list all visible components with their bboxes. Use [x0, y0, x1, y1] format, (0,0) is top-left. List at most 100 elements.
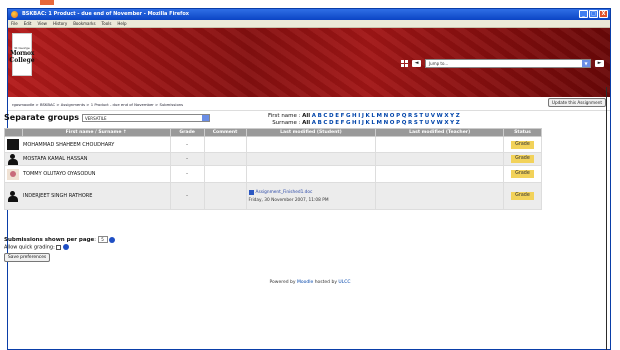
college-logo[interactable]: St George Mornox College — [9, 33, 35, 76]
filter-letter-i[interactable]: I — [358, 120, 360, 127]
filter-letter-x[interactable]: X — [444, 120, 448, 127]
next-arrow-button[interactable]: ► — [595, 60, 604, 67]
filter-letter-b[interactable]: B — [318, 113, 322, 120]
filter-letter-a[interactable]: A — [312, 113, 316, 120]
filter-letter-h[interactable]: H — [352, 120, 357, 127]
filter-letter-l[interactable]: L — [371, 120, 375, 127]
update-assignment-button[interactable]: Update this Assignment — [547, 98, 606, 107]
filter-letter-y[interactable]: Y — [450, 113, 454, 120]
filter-letter-n[interactable]: N — [384, 113, 389, 120]
avatar[interactable] — [7, 153, 19, 165]
filter-letter-f[interactable]: F — [341, 113, 345, 120]
per-page-input[interactable]: 5 — [97, 236, 108, 243]
filter-all-surname[interactable]: All — [302, 120, 310, 127]
filter-letter-p[interactable]: P — [396, 120, 400, 127]
filter-letter-c[interactable]: C — [323, 113, 327, 120]
filter-letter-e[interactable]: E — [335, 113, 339, 120]
header-grade[interactable]: Grade — [169, 128, 205, 137]
filter-letter-z[interactable]: Z — [456, 113, 460, 120]
filter-letter-i[interactable]: I — [358, 113, 360, 120]
filter-letter-q[interactable]: Q — [402, 113, 407, 120]
filter-letter-t[interactable]: T — [419, 120, 423, 127]
maximize-button[interactable]: □ — [589, 10, 598, 18]
filter-letter-g[interactable]: G — [346, 120, 351, 127]
filter-letter-p[interactable]: P — [396, 113, 400, 120]
header-name[interactable]: First name / Surname ↑ — [21, 128, 171, 137]
header-status[interactable]: Status — [502, 128, 543, 137]
filter-letter-s[interactable]: S — [414, 120, 418, 127]
filter-letter-s[interactable]: S — [414, 113, 418, 120]
filter-letter-r[interactable]: R — [408, 113, 412, 120]
avatar[interactable] — [7, 190, 19, 202]
menu-file[interactable]: File — [11, 20, 18, 27]
group-select[interactable]: VERSATILE — [82, 113, 211, 122]
menu-bookmarks[interactable]: Bookmarks — [73, 20, 95, 27]
teacher-modified-cell — [375, 152, 504, 166]
filter-letter-y[interactable]: Y — [450, 120, 454, 127]
filter-letter-h[interactable]: H — [352, 113, 357, 120]
grade-button[interactable]: Grade — [511, 192, 534, 200]
grade-button[interactable]: Grade — [511, 140, 534, 149]
header-comment[interactable]: Comment — [203, 128, 247, 137]
avatar[interactable] — [7, 168, 19, 180]
grade-button[interactable]: Grade — [511, 170, 534, 178]
filter-letter-n[interactable]: N — [384, 120, 389, 127]
menu-tools[interactable]: Tools — [102, 20, 112, 27]
header-last-modified-teacher[interactable]: Last modified (Teacher) — [375, 128, 504, 137]
grade-button[interactable]: Grade — [511, 155, 534, 163]
breadcrumb[interactable]: rgosmoodle > BSKBAC > Assignments > 1 Pr… — [12, 102, 183, 107]
filter-letter-k[interactable]: K — [366, 120, 370, 127]
filter-letter-x[interactable]: X — [444, 113, 448, 120]
quick-grading-checkbox[interactable] — [56, 244, 62, 250]
filter-letter-l[interactable]: L — [371, 113, 375, 120]
filter-letter-q[interactable]: Q — [402, 120, 407, 127]
previous-arrow-button[interactable]: ◄ — [412, 60, 421, 67]
student-name[interactable]: TOMMY OLUTAYO OYASODUN — [23, 171, 96, 177]
filter-letter-o[interactable]: O — [390, 113, 395, 120]
submitted-file-name[interactable]: Assignment_Finished1.doc — [256, 190, 313, 195]
filter-letter-c[interactable]: C — [323, 120, 327, 127]
grid-menu-icon[interactable] — [401, 60, 408, 67]
filter-letter-v[interactable]: V — [431, 113, 435, 120]
host-link[interactable]: ULCC — [338, 280, 350, 285]
jump-to-select[interactable]: Jump to... ▼ — [425, 59, 591, 68]
menu-edit[interactable]: Edit — [24, 20, 32, 27]
filter-letter-f[interactable]: F — [341, 120, 345, 127]
filter-letter-m[interactable]: M — [377, 113, 382, 120]
student-name[interactable]: INDERJEET SINGH RATHORE — [23, 193, 92, 199]
close-button[interactable]: X — [599, 10, 608, 18]
filter-letter-v[interactable]: V — [431, 120, 435, 127]
submitted-file-link[interactable]: Assignment_Finished1.doc — [248, 189, 374, 195]
filter-letter-m[interactable]: M — [377, 120, 382, 127]
menu-history[interactable]: History — [53, 20, 67, 27]
avatar[interactable] — [7, 139, 19, 150]
filter-letter-z[interactable]: Z — [456, 120, 460, 127]
header-last-modified-student[interactable]: Last modified (Student) — [245, 128, 377, 137]
filter-letter-e[interactable]: E — [335, 120, 339, 127]
filter-letter-b[interactable]: B — [318, 120, 322, 127]
filter-letter-o[interactable]: O — [390, 120, 395, 127]
filter-letter-w[interactable]: W — [437, 120, 443, 127]
filter-letter-a[interactable]: A — [312, 120, 316, 127]
minimize-button[interactable]: _ — [579, 10, 588, 18]
filter-letter-d[interactable]: D — [329, 113, 334, 120]
filter-letter-g[interactable]: G — [346, 113, 351, 120]
filter-letter-u[interactable]: U — [425, 113, 429, 120]
help-icon[interactable] — [62, 244, 69, 250]
filter-all-first[interactable]: All — [302, 113, 310, 120]
filter-letter-t[interactable]: T — [419, 113, 423, 120]
menu-help[interactable]: Help — [117, 20, 126, 27]
help-icon[interactable] — [109, 236, 116, 243]
student-name[interactable]: MOSTAFA KAMAL HASSAN — [23, 156, 87, 162]
filter-letter-k[interactable]: K — [366, 113, 370, 120]
filter-letter-d[interactable]: D — [329, 120, 334, 127]
menu-view[interactable]: View — [37, 20, 47, 27]
filter-letter-w[interactable]: W — [437, 113, 443, 120]
filter-letter-j[interactable]: J — [362, 113, 364, 120]
filter-letter-j[interactable]: J — [362, 120, 364, 127]
student-name[interactable]: MOHAMMAD SHAHEEM CHOUDHARY — [23, 142, 114, 148]
filter-letter-u[interactable]: U — [425, 120, 429, 127]
filter-letter-r[interactable]: R — [408, 120, 412, 127]
moodle-link[interactable]: Moodle — [297, 280, 313, 285]
save-preferences-button[interactable]: Save preferences — [4, 252, 51, 262]
